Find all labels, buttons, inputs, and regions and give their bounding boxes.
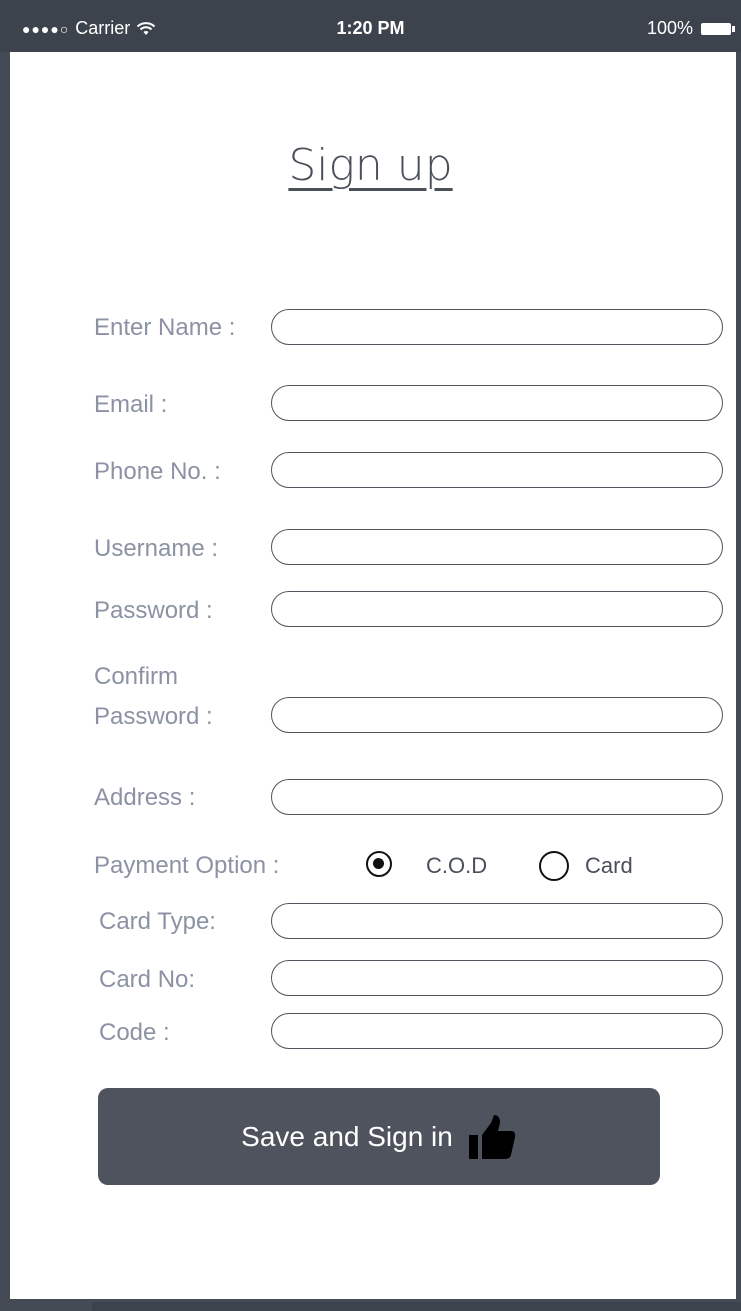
username-label: Username : — [94, 535, 219, 562]
page-title: Sign up — [288, 140, 453, 191]
address-input[interactable] — [271, 779, 723, 815]
password-input[interactable] — [271, 591, 723, 627]
code-input[interactable] — [271, 1013, 723, 1049]
confirm-password-input[interactable] — [271, 697, 723, 733]
payment-option-label: Payment Option : — [94, 852, 280, 879]
status-time: 1:20 PM — [336, 18, 405, 38]
confirm-password-label-line2: Password : — [94, 703, 213, 730]
phone-frame: ●●●●○ Carrier 1:20 PM 100% Sign up Enter… — [0, 0, 741, 1311]
name-input[interactable] — [271, 309, 723, 345]
password-label: Password : — [94, 597, 213, 624]
thumbs-up-icon — [468, 1114, 516, 1159]
card-radio-label[interactable]: Card — [585, 853, 633, 879]
phone-input[interactable] — [271, 452, 723, 488]
address-label: Address : — [94, 784, 196, 811]
submit-label: Save and Sign in — [241, 1120, 453, 1152]
battery-info: 100% — [646, 18, 735, 39]
code-label: Code : — [99, 1019, 170, 1046]
card-no-label: Card No: — [99, 966, 196, 993]
username-input[interactable] — [271, 529, 723, 565]
bottom-bar — [92, 1302, 741, 1311]
battery-percent: 100% — [646, 18, 693, 38]
save-and-sign-in-button[interactable]: Save and Sign in — [98, 1088, 660, 1185]
email-input[interactable] — [271, 385, 723, 421]
card-type-input[interactable] — [271, 903, 723, 939]
card-type-label: Card Type: — [99, 908, 216, 935]
card-radio[interactable] — [539, 851, 569, 881]
phone-label: Phone No. : — [94, 458, 221, 485]
cod-radio-label[interactable]: C.O.D — [426, 853, 487, 879]
confirm-password-label-line1: Confirm — [94, 663, 179, 690]
email-label: Email : — [94, 391, 168, 418]
cod-radio[interactable] — [366, 851, 392, 877]
name-label: Enter Name : — [94, 314, 236, 341]
battery-icon — [701, 22, 735, 35]
status-bar: ●●●●○ Carrier 1:20 PM 100% — [0, 0, 741, 52]
card-no-input[interactable] — [271, 960, 723, 996]
